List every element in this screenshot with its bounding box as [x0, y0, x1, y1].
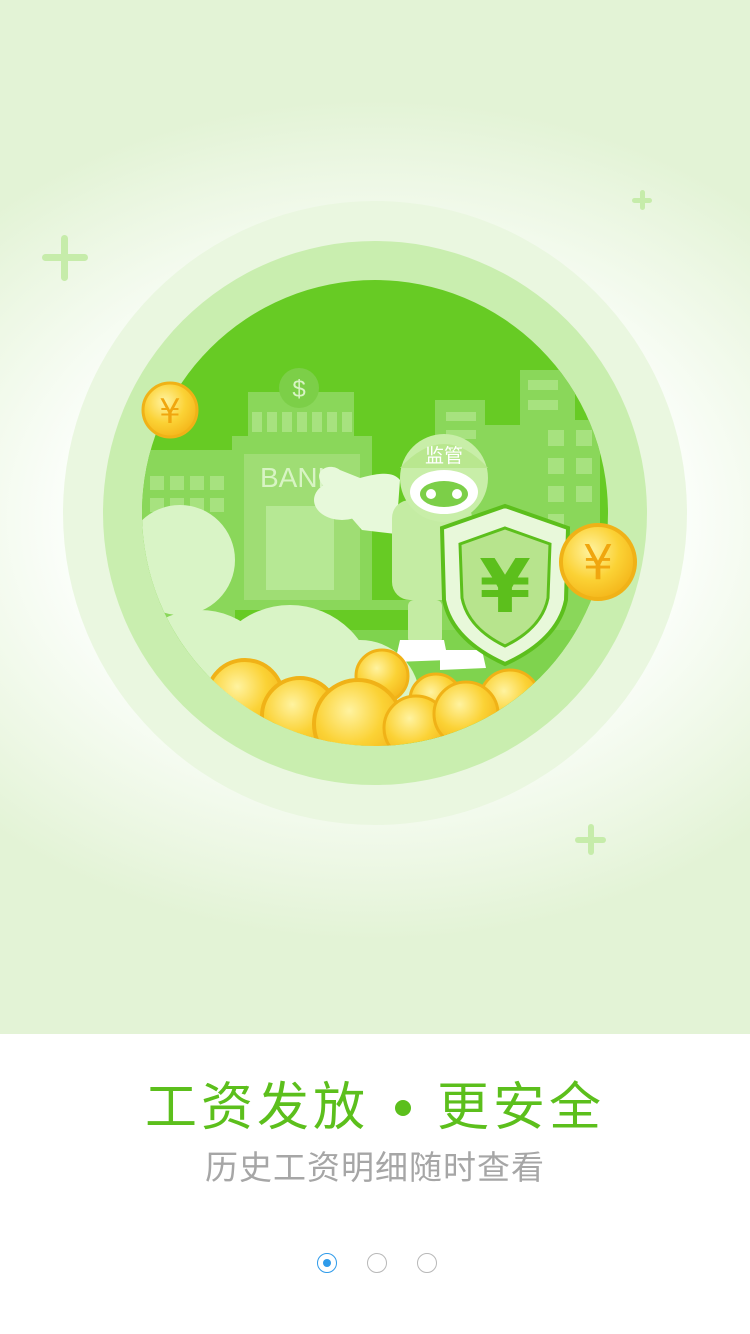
coin-yuan: ¥ — [159, 392, 181, 432]
onboarding-illustration: $ BANK 监管 ¥ ¥ ¥ — [0, 0, 750, 1034]
shield-yuan: ¥ — [479, 544, 531, 630]
plus-icon — [42, 235, 88, 281]
onboarding-title: 工资发放 更安全 — [0, 1078, 750, 1138]
plus-icon — [575, 824, 606, 855]
dollar-sign: $ — [292, 376, 305, 403]
title-right: 更安全 — [437, 1078, 606, 1138]
title-separator-dot — [395, 1100, 411, 1116]
helmet-label: 监管 — [425, 445, 463, 467]
page-indicator — [0, 1253, 750, 1275]
page-dot-3[interactable] — [417, 1253, 437, 1273]
onboarding-subtitle: 历史工资明细随时查看 — [205, 1148, 545, 1187]
page-dot-2[interactable] — [367, 1253, 387, 1273]
plus-icon — [632, 190, 652, 210]
page-dot-1[interactable] — [317, 1253, 337, 1273]
title-left: 工资发放 — [144, 1078, 369, 1138]
coin-yuan: ¥ — [583, 535, 614, 591]
